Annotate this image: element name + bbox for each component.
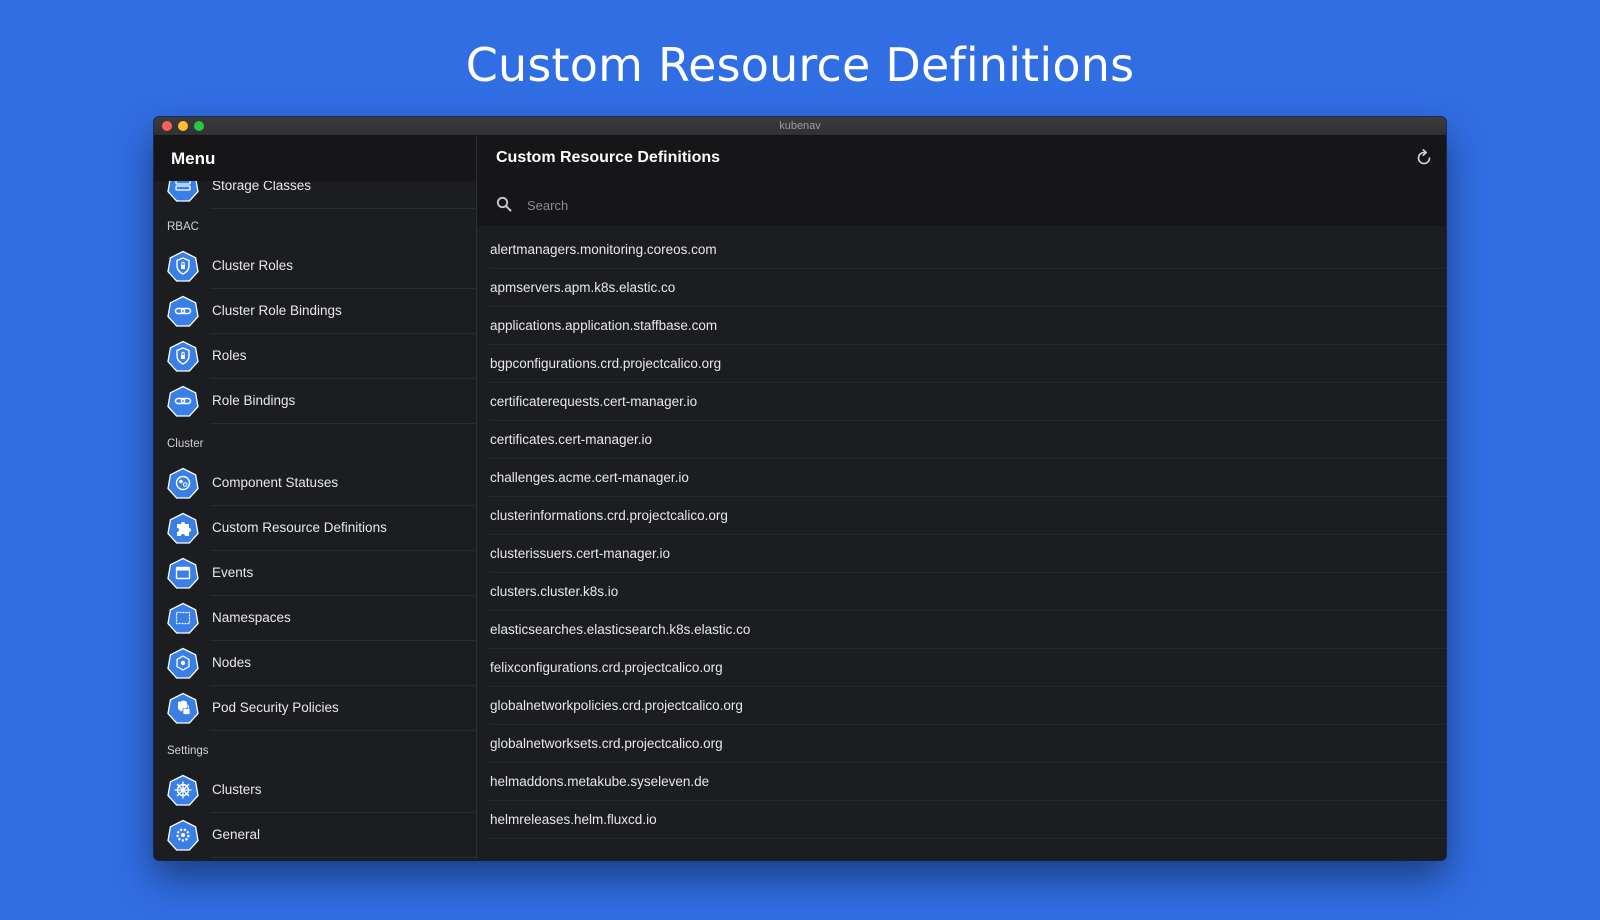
page-title: Custom Resource Definitions bbox=[496, 149, 721, 166]
gear-icon bbox=[167, 819, 199, 851]
sidebar-item-label: Namespaces bbox=[212, 610, 291, 625]
divider bbox=[210, 730, 476, 731]
divider bbox=[210, 423, 476, 424]
calendar-icon bbox=[167, 557, 199, 589]
namespace-icon bbox=[167, 602, 199, 634]
sidebar-item-label: Events bbox=[212, 565, 254, 580]
shield-icon bbox=[167, 340, 199, 372]
sidebar-item-label: Pod Security Policies bbox=[212, 700, 339, 715]
crd-name: clusterinformations.crd.projectcalico.or… bbox=[490, 508, 728, 523]
crd-name: bgpconfigurations.crd.projectcalico.org bbox=[490, 356, 722, 371]
crd-name: elasticsearches.elasticsearch.k8s.elasti… bbox=[490, 622, 751, 637]
section-label-cluster: Cluster bbox=[167, 438, 204, 450]
sidebar-item-cluster-role-bindings[interactable]: Cluster Role Bindings bbox=[154, 289, 476, 334]
crd-name: globalnetworkpolicies.crd.projectcalico.… bbox=[490, 698, 743, 713]
app-window: kubenav Menu Storage Classes RBAC Cluster … bbox=[154, 117, 1446, 860]
helm-wheel-icon bbox=[167, 774, 199, 806]
divider bbox=[210, 857, 476, 858]
hero-title: Custom Resource Definitions bbox=[465, 38, 1135, 92]
main-header: Custom Resource Definitions bbox=[477, 136, 1446, 181]
sidebar-item-nodes[interactable]: Nodes bbox=[154, 641, 476, 686]
link-icon bbox=[167, 385, 199, 417]
sidebar-item-label: Roles bbox=[212, 348, 247, 363]
crd-list-item[interactable]: clusterinformations.crd.projectcalico.or… bbox=[477, 497, 1446, 535]
crd-name: felixconfigurations.crd.projectcalico.or… bbox=[490, 660, 723, 675]
sidebar-item-custom-resource-definitions[interactable]: Custom Resource Definitions bbox=[154, 506, 476, 551]
search-icon bbox=[496, 196, 512, 212]
crd-list-item[interactable]: clusters.cluster.k8s.io bbox=[477, 573, 1446, 611]
crd-list-item[interactable]: alertmanagers.monitoring.coreos.com bbox=[477, 231, 1446, 269]
link-icon bbox=[167, 295, 199, 327]
node-icon bbox=[167, 647, 199, 679]
sidebar-item-role-bindings[interactable]: Role Bindings bbox=[154, 379, 476, 424]
divider bbox=[490, 838, 1446, 839]
sidebar-item-events[interactable]: Events bbox=[154, 551, 476, 596]
sidebar-item-component-statuses[interactable]: Component Statuses bbox=[154, 461, 476, 506]
crd-list-item[interactable]: certificates.cert-manager.io bbox=[477, 421, 1446, 459]
sidebar-item-pod-security-policies[interactable]: Pod Security Policies bbox=[154, 686, 476, 731]
crd-list: alertmanagers.monitoring.coreos.com apmse… bbox=[477, 231, 1446, 839]
crd-list-item[interactable]: helmaddons.metakube.syseleven.de bbox=[477, 763, 1446, 801]
crd-list-item[interactable]: felixconfigurations.crd.projectcalico.or… bbox=[477, 649, 1446, 687]
crd-name: alertmanagers.monitoring.coreos.com bbox=[490, 242, 717, 257]
sidebar-item-label: Cluster Role Bindings bbox=[212, 303, 342, 318]
sidebar-item-clusters[interactable]: Clusters bbox=[154, 768, 476, 813]
puzzle-icon bbox=[167, 512, 199, 544]
search-input[interactable] bbox=[525, 193, 1129, 217]
window-titlebar[interactable]: kubenav bbox=[154, 117, 1446, 136]
sidebar-item-label: Clusters bbox=[212, 782, 262, 797]
sidebar-item-cluster-roles[interactable]: Cluster Roles bbox=[154, 244, 476, 289]
crd-name: apmservers.apm.k8s.elastic.co bbox=[490, 280, 676, 295]
main-panel: Custom Resource Definitions alertmanager… bbox=[477, 136, 1446, 860]
divider bbox=[210, 208, 476, 209]
sidebar-title: Menu bbox=[171, 149, 216, 168]
sidebar-item-label: General bbox=[212, 827, 261, 842]
sidebar-item-label: Component Statuses bbox=[212, 475, 339, 490]
crd-name: clusters.cluster.k8s.io bbox=[490, 584, 619, 599]
sidebar-menu: Menu Storage Classes RBAC Cluster Roles Clu… bbox=[154, 136, 477, 860]
sidebar-header: Menu bbox=[154, 136, 476, 181]
sidebar-item-label: Cluster Roles bbox=[212, 258, 294, 273]
crd-list-item[interactable]: bgpconfigurations.crd.projectcalico.org bbox=[477, 345, 1446, 383]
crd-list-item[interactable]: certificaterequests.cert-manager.io bbox=[477, 383, 1446, 421]
section-label-settings: Settings bbox=[167, 745, 209, 757]
pod-security-icon bbox=[167, 692, 199, 724]
crd-list-item[interactable]: clusterissuers.cert-manager.io bbox=[477, 535, 1446, 573]
component-statuses-icon bbox=[167, 467, 199, 499]
crd-name: globalnetworksets.crd.projectcalico.org bbox=[490, 736, 723, 751]
crd-name: helmaddons.metakube.syseleven.de bbox=[490, 774, 710, 789]
crd-name: certificaterequests.cert-manager.io bbox=[490, 394, 698, 409]
crd-name: challenges.acme.cert-manager.io bbox=[490, 470, 689, 485]
sidebar-item-label: Custom Resource Definitions bbox=[212, 520, 387, 535]
crd-list-item[interactable]: applications.application.staffbase.com bbox=[477, 307, 1446, 345]
sidebar-item-namespaces[interactable]: Namespaces bbox=[154, 596, 476, 641]
sidebar-item-roles[interactable]: Roles bbox=[154, 334, 476, 379]
sidebar-item-label: Nodes bbox=[212, 655, 252, 670]
crd-list-item[interactable]: elasticsearches.elasticsearch.k8s.elasti… bbox=[477, 611, 1446, 649]
window-title: kubenav bbox=[779, 120, 821, 132]
crd-list-item[interactable]: globalnetworkpolicies.crd.projectcalico.… bbox=[477, 687, 1446, 725]
crd-list-item[interactable]: challenges.acme.cert-manager.io bbox=[477, 459, 1446, 497]
crd-name: certificates.cert-manager.io bbox=[490, 432, 653, 447]
search-bar bbox=[477, 181, 1446, 226]
shield-icon bbox=[167, 250, 199, 282]
crd-list-item[interactable]: globalnetworksets.crd.projectcalico.org bbox=[477, 725, 1446, 763]
section-label-rbac: RBAC bbox=[167, 221, 199, 233]
crd-list-item[interactable]: apmservers.apm.k8s.elastic.co bbox=[477, 269, 1446, 307]
refresh-icon[interactable] bbox=[1414, 148, 1434, 168]
crd-name: helmreleases.helm.fluxcd.io bbox=[490, 812, 657, 827]
sidebar-item-label: Role Bindings bbox=[212, 393, 296, 408]
crd-list-item[interactable]: helmreleases.helm.fluxcd.io bbox=[477, 801, 1446, 839]
crd-name: clusterissuers.cert-manager.io bbox=[490, 546, 671, 561]
crd-name: applications.application.staffbase.com bbox=[490, 318, 718, 333]
sidebar-item-general[interactable]: General bbox=[154, 813, 476, 858]
